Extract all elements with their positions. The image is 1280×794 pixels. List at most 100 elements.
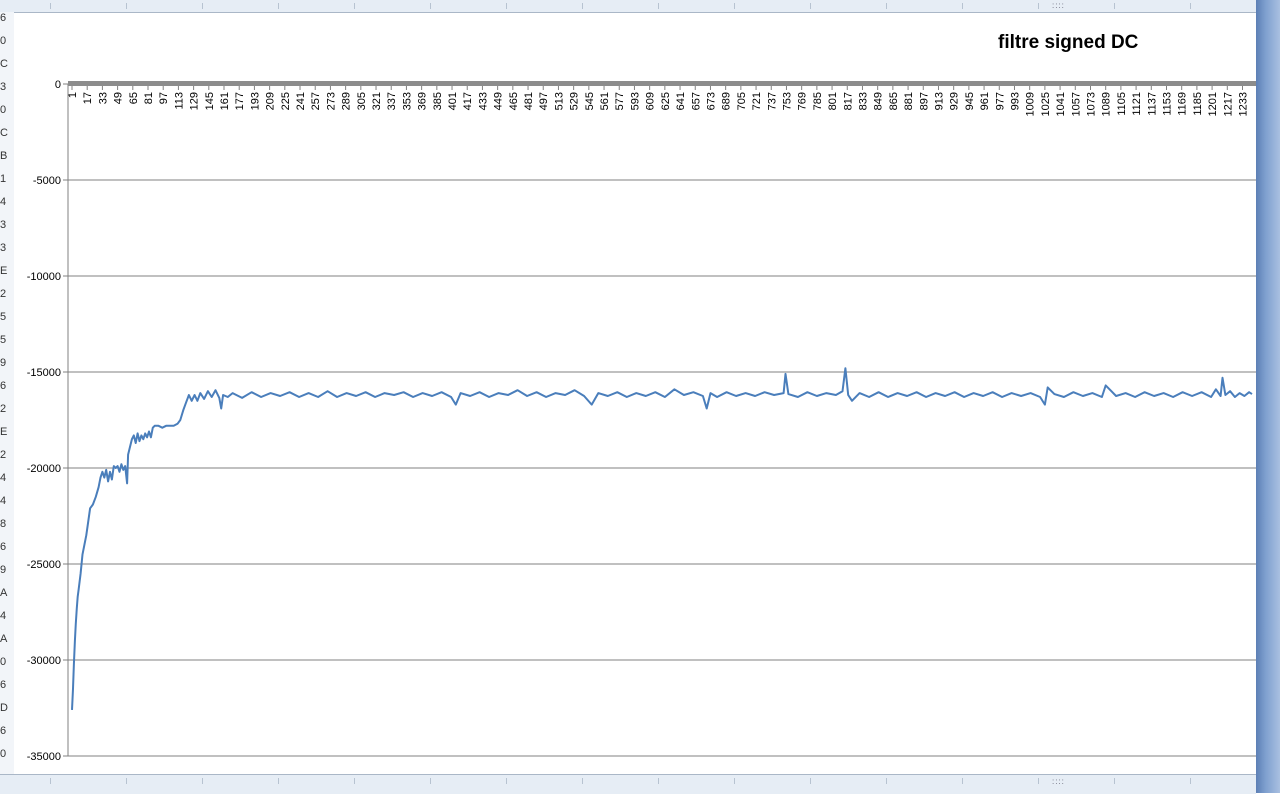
x-tick-label: 33 <box>97 92 109 104</box>
x-tick-label: 513 <box>553 92 565 110</box>
x-tick-label: 1233 <box>1237 92 1249 116</box>
x-tick-label: 321 <box>371 92 383 110</box>
x-tick-label: 433 <box>477 92 489 110</box>
x-tick-label: 241 <box>295 92 307 110</box>
x-tick-label: 561 <box>599 92 611 110</box>
x-tick-label: 545 <box>584 92 596 110</box>
ruler-tick <box>658 778 659 784</box>
x-tick-label: 1153 <box>1161 92 1173 116</box>
x-tick-label: 1185 <box>1192 92 1204 116</box>
x-tick-label: 625 <box>660 92 672 110</box>
x-tick-label: 145 <box>204 92 216 110</box>
x-tick-label: 225 <box>280 92 292 110</box>
ruler-tick <box>430 778 431 784</box>
ruler-tick <box>962 778 963 784</box>
x-tick-label: 81 <box>143 92 155 104</box>
ruler-tick <box>1114 778 1115 784</box>
x-tick-label: 257 <box>310 92 322 110</box>
x-tick-label: 1201 <box>1207 92 1219 116</box>
x-tick-label: 529 <box>569 92 581 110</box>
x-tick-label: 97 <box>158 92 170 104</box>
x-tick-label: 129 <box>189 92 201 110</box>
ruler-tick <box>1190 778 1191 784</box>
x-tick-label: 417 <box>462 92 474 110</box>
x-tick-label: 161 <box>219 92 231 110</box>
x-tick-label: 721 <box>751 92 763 110</box>
y-tick-label: -10000 <box>27 271 61 283</box>
x-tick-label: 881 <box>903 92 915 110</box>
x-tick-label: 369 <box>417 92 429 110</box>
x-tick-label: 641 <box>675 92 687 110</box>
x-tick-label: 113 <box>173 92 185 110</box>
ruler-tick <box>582 778 583 784</box>
x-tick-label: 193 <box>249 92 261 110</box>
x-tick-label: 209 <box>265 92 277 110</box>
x-tick-label: 385 <box>432 92 444 110</box>
ruler-tick <box>1038 778 1039 784</box>
y-tick-label: 0 <box>55 79 61 91</box>
x-tick-label: 305 <box>356 92 368 110</box>
y-tick-label: -5000 <box>33 175 61 187</box>
x-tick-label: 705 <box>736 92 748 110</box>
x-tick-label: 769 <box>797 92 809 110</box>
ruler-tick <box>50 778 51 784</box>
x-tick-label: 945 <box>964 92 976 110</box>
x-tick-label: 785 <box>812 92 824 110</box>
x-tick-label: 449 <box>493 92 505 110</box>
x-tick-label: 593 <box>629 92 641 110</box>
x-tick-label: 49 <box>113 92 125 104</box>
x-tick-label: 481 <box>523 92 535 110</box>
x-tick-label: 913 <box>933 92 945 110</box>
x-tick-label: 753 <box>781 92 793 110</box>
x-tick-label: 897 <box>918 92 930 110</box>
x-tick-label: 289 <box>341 92 353 110</box>
x-tick-label: 609 <box>645 92 657 110</box>
x-tick-label: 353 <box>401 92 413 110</box>
x-tick-label: 1105 <box>1116 92 1128 116</box>
x-tick-label: 401 <box>447 92 459 110</box>
x-tick-label: 673 <box>705 92 717 110</box>
x-tick-label: 1 <box>67 92 79 98</box>
series-line <box>71 367 1253 710</box>
x-tick-label: 337 <box>386 92 398 110</box>
x-tick-label: 1089 <box>1101 92 1113 116</box>
y-tick-label: -25000 <box>27 559 61 571</box>
x-tick-label: 817 <box>842 92 854 110</box>
x-axis-line <box>68 81 1256 86</box>
x-tick-label: 1057 <box>1070 92 1082 116</box>
x-tick-label: 577 <box>614 92 626 110</box>
ruler-tick <box>734 778 735 784</box>
y-tick-label: -20000 <box>27 463 61 475</box>
ruler-tick <box>278 778 279 784</box>
x-tick-label: 1025 <box>1040 92 1052 116</box>
ruler-tick <box>202 778 203 784</box>
resize-handle-bottom-icon[interactable]: :::: <box>1052 778 1070 786</box>
ruler-tick <box>810 778 811 784</box>
x-tick-label: 801 <box>827 92 839 110</box>
x-tick-label: 1073 <box>1085 92 1097 116</box>
x-tick-label: 1137 <box>1146 92 1158 116</box>
x-tick-label: 833 <box>857 92 869 110</box>
x-tick-label: 273 <box>325 92 337 110</box>
x-tick-label: 1217 <box>1222 92 1234 116</box>
x-tick-label: 961 <box>979 92 991 110</box>
x-tick-label: 17 <box>82 92 94 104</box>
x-tick-label: 1041 <box>1055 92 1067 116</box>
x-tick-label: 929 <box>949 92 961 110</box>
x-tick-label: 657 <box>690 92 702 110</box>
ruler-tick <box>126 778 127 784</box>
y-tick-label: -15000 <box>27 367 61 379</box>
x-tick-label: 497 <box>538 92 550 110</box>
x-tick-label: 977 <box>994 92 1006 110</box>
x-tick-label: 689 <box>721 92 733 110</box>
y-tick-label: -30000 <box>27 655 61 667</box>
x-tick-label: 177 <box>234 92 246 110</box>
x-tick-label: 65 <box>128 92 140 104</box>
chart-title: filtre signed DC <box>998 32 1139 53</box>
y-tick-label: -35000 <box>27 751 61 763</box>
x-tick-label: 849 <box>873 92 885 110</box>
ruler-tick <box>354 778 355 784</box>
x-tick-label: 1009 <box>1025 92 1037 116</box>
line-chart: 0 -5000 -10000 -15000 -20000 -25000 -30000 -350… <box>27 79 1256 763</box>
ruler-tick <box>886 778 887 784</box>
